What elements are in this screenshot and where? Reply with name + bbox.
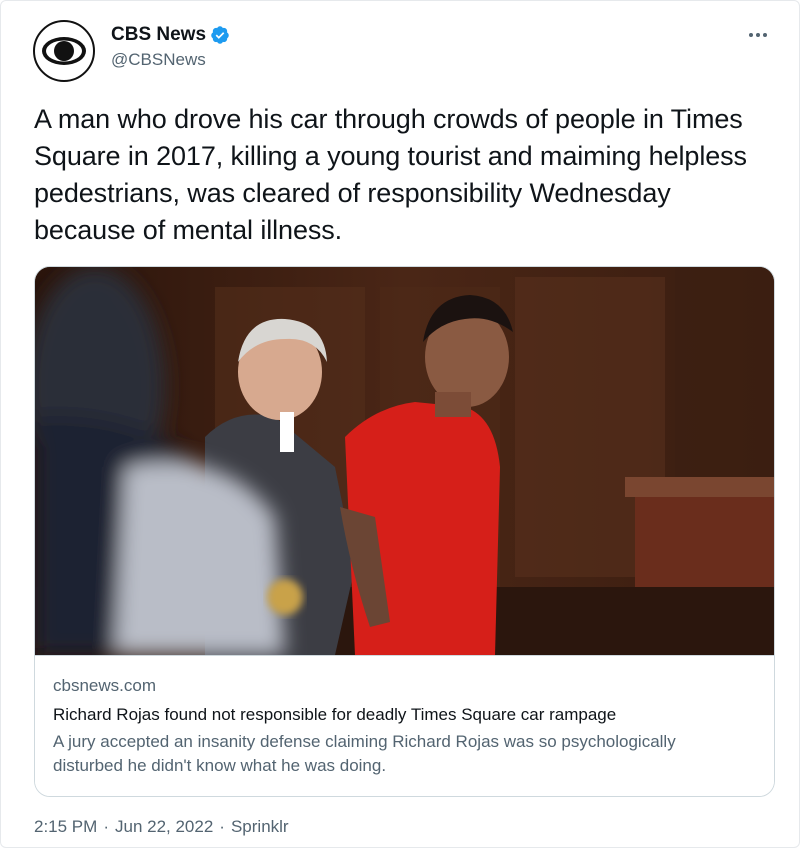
separator: · bbox=[219, 817, 225, 836]
tweet-time[interactable]: 2:15 PM bbox=[34, 817, 97, 837]
author-info: CBS News @CBSNews bbox=[111, 24, 230, 70]
card-description: A jury accepted an insanity defense clai… bbox=[53, 732, 676, 775]
card-meta: cbsnews.com Richard Rojas found not resp… bbox=[35, 655, 774, 796]
author-avatar[interactable] bbox=[33, 20, 95, 82]
tweet: CBS News @CBSNews A man who drove his ca… bbox=[0, 0, 800, 848]
card-title: Richard Rojas found not responsible for … bbox=[53, 705, 617, 724]
link-card[interactable]: cbsnews.com Richard Rojas found not resp… bbox=[34, 266, 775, 797]
verified-badge-icon bbox=[211, 26, 229, 44]
card-photo[interactable] bbox=[35, 267, 774, 655]
tweet-text: A man who drove his car through crowds o… bbox=[34, 104, 747, 245]
cbs-eye-logo-icon bbox=[42, 37, 86, 65]
separator: · bbox=[103, 817, 109, 836]
tweet-source[interactable]: Sprinklr bbox=[231, 817, 289, 837]
author-display-name[interactable]: CBS News bbox=[111, 24, 206, 46]
author-handle[interactable]: @CBSNews bbox=[111, 50, 230, 70]
tweet-metadata: 2:15 PM · Jun 22, 2022 · Sprinklr bbox=[34, 817, 289, 837]
more-horizontal-icon bbox=[749, 33, 753, 37]
card-domain: cbsnews.com bbox=[53, 676, 156, 695]
tweet-date[interactable]: Jun 22, 2022 bbox=[115, 817, 213, 837]
more-options-button[interactable] bbox=[743, 25, 773, 45]
